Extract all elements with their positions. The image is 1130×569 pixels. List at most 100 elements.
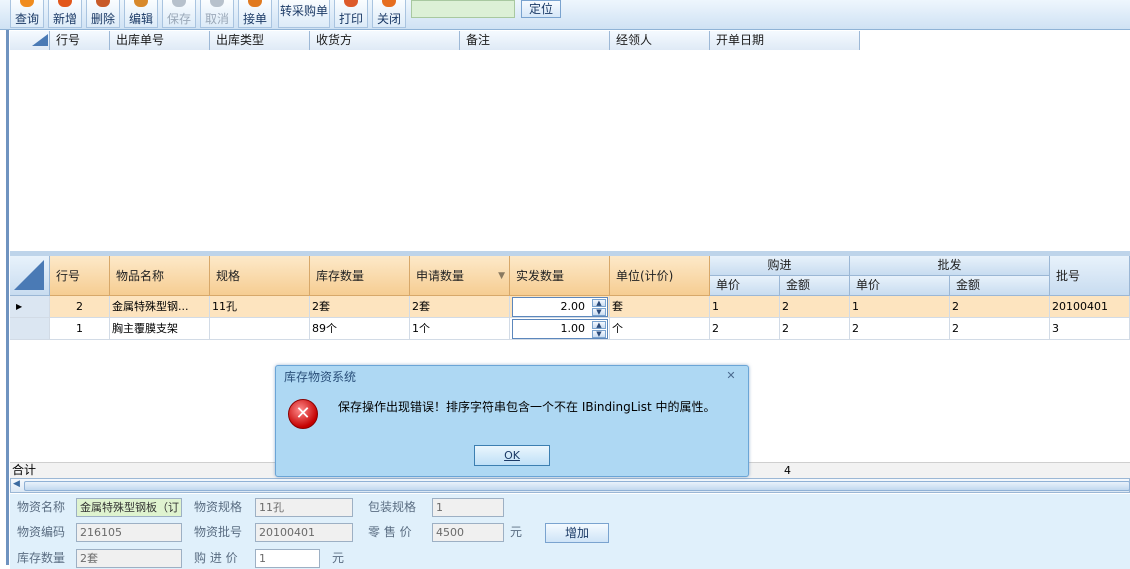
name-label: 物资名称 (17, 500, 66, 514)
cancel-button[interactable]: 取消 (200, 0, 234, 28)
col-wholesale-amount[interactable]: 金额 (950, 276, 1050, 296)
col-wholesale-price[interactable]: 单价 (850, 276, 950, 296)
spin-up-icon[interactable]: ▲ (592, 321, 606, 329)
left-border (6, 30, 9, 565)
cell-purchase-price[interactable]: 2 (710, 318, 780, 340)
col-purchase-amount[interactable]: 金额 (780, 276, 850, 296)
cell-wholesale-amount[interactable]: 2 (950, 296, 1050, 318)
cell-item-name[interactable]: 胸主覆膜支架 (110, 318, 210, 340)
to-purchase-button[interactable]: 转采购单 (278, 0, 330, 28)
cell-row-no[interactable]: 2 (50, 296, 110, 318)
stock-field[interactable]: 2套 (76, 549, 182, 568)
grid1-col-type[interactable]: 出库类型 (210, 31, 310, 50)
cell-unit[interactable]: 个 (610, 318, 710, 340)
save-button[interactable]: 保存 (162, 0, 196, 28)
corner-triangle-icon (14, 260, 44, 290)
grid1-col-order-no[interactable]: 出库单号 (110, 31, 210, 50)
totals-label: 合计 (12, 463, 37, 477)
receive-button[interactable]: 接单 (238, 0, 272, 28)
cell-spec[interactable]: 11孔 (210, 296, 310, 318)
cell-stock[interactable]: 2套 (310, 296, 410, 318)
retail-field[interactable]: 4500 (432, 523, 504, 542)
pack-label: 包装规格 (368, 500, 417, 514)
cell-purchase-amount[interactable]: 2 (780, 296, 850, 318)
outbound-order-grid[interactable]: 行号 出库单号 出库类型 收货方 备注 经领人 开单日期 (10, 31, 1130, 251)
cell-purchase-price[interactable]: 1 (710, 296, 780, 318)
actual-quantity-spinner[interactable]: 2.00 ▲ ▼ (512, 297, 608, 317)
cell-batch[interactable]: 3 (1050, 318, 1130, 340)
cell-spec[interactable] (210, 318, 310, 340)
spin-down-icon[interactable]: ▼ (592, 308, 606, 316)
spin-down-icon[interactable]: ▼ (592, 330, 606, 338)
batch-label: 物资批号 (194, 525, 243, 539)
grid1-col-remark[interactable]: 备注 (460, 31, 610, 50)
close-icon[interactable]: ✕ (724, 369, 738, 383)
cell-request[interactable]: 2套 (410, 296, 510, 318)
col-group-purchase: 购进 (710, 256, 850, 276)
spin-up-icon[interactable]: ▲ (592, 299, 606, 307)
cell-unit[interactable]: 套 (610, 296, 710, 318)
cell-batch[interactable]: 20100401 (1050, 296, 1130, 318)
error-dialog: 库存物资系统 ✕ ✕ 保存操作出现错误！排序字符串包含一个不在 IBinding… (275, 365, 749, 477)
query-button[interactable]: 查询 (10, 0, 44, 28)
row-selector-icon[interactable]: ▶ (10, 296, 50, 318)
spec-label: 物资规格 (194, 500, 243, 514)
sort-arrow-icon: ▼ (498, 271, 505, 281)
col-spec[interactable]: 规格 (210, 256, 310, 296)
purchase-price-unit: 元 (332, 551, 345, 565)
close-icon (210, 0, 224, 7)
col-purchase-price[interactable]: 单价 (710, 276, 780, 296)
col-actual[interactable]: 实发数量 (510, 256, 610, 296)
purchase-price-field[interactable]: 1 (255, 549, 320, 568)
scroll-left-icon[interactable]: ◀ (13, 479, 20, 489)
retail-label: 零 售 价 (368, 525, 412, 539)
edit-button[interactable]: 编辑 (124, 0, 158, 28)
add-button[interactable]: 新增 (48, 0, 82, 28)
locate-input[interactable] (411, 0, 515, 18)
delete-button[interactable]: 删除 (86, 0, 120, 28)
pack-field[interactable]: 1 (432, 498, 504, 517)
col-request[interactable]: 申请数量 ▼ (410, 256, 510, 296)
trash-icon (96, 0, 110, 7)
cell-wholesale-price[interactable]: 1 (850, 296, 950, 318)
cell-request[interactable]: 1个 (410, 318, 510, 340)
col-row-no[interactable]: 行号 (50, 256, 110, 296)
cell-wholesale-price[interactable]: 2 (850, 318, 950, 340)
purchase-price-label: 购 进 价 (194, 551, 238, 565)
item-form: 物资名称 金属特殊型钢板（订 物资规格 11孔 包装规格 1 物资编码 2161… (10, 494, 1130, 569)
error-icon: ✕ (288, 399, 318, 429)
grid1-col-handler[interactable]: 经领人 (610, 31, 710, 50)
cell-row-no[interactable]: 1 (50, 318, 110, 340)
col-unit[interactable]: 单位(计价) (610, 256, 710, 296)
locate-button[interactable]: 定位 (521, 0, 561, 18)
grid1-corner[interactable] (10, 31, 50, 50)
plus-icon (58, 0, 72, 7)
grid1-col-row-no[interactable]: 行号 (50, 31, 110, 50)
close-button[interactable]: 关闭 (372, 0, 406, 28)
cell-stock[interactable]: 89个 (310, 318, 410, 340)
col-stock[interactable]: 库存数量 (310, 256, 410, 296)
actual-quantity-spinner[interactable]: 1.00 ▲ ▼ (512, 319, 608, 339)
batch-field[interactable]: 20100401 (255, 523, 353, 542)
add-item-button[interactable]: 增加 (545, 523, 609, 543)
cell-item-name[interactable]: 金属特殊型钢... (110, 296, 210, 318)
grid1-col-receiver[interactable]: 收货方 (310, 31, 460, 50)
grid1-col-date[interactable]: 开单日期 (710, 31, 860, 50)
col-item-name[interactable]: 物品名称 (110, 256, 210, 296)
retail-unit: 元 (510, 525, 523, 539)
search-icon (20, 0, 34, 7)
row-selector[interactable] (10, 318, 50, 340)
cell-wholesale-amount[interactable]: 2 (950, 318, 1050, 340)
print-button[interactable]: 打印 (334, 0, 368, 28)
ok-button[interactable]: OK (474, 445, 550, 466)
printer-icon (344, 0, 358, 7)
name-field[interactable]: 金属特殊型钢板（订 (76, 498, 182, 517)
spec-field[interactable]: 11孔 (255, 498, 353, 517)
grid2-corner[interactable] (10, 256, 50, 296)
dialog-message: 保存操作出现错误！排序字符串包含一个不在 IBindingList 中的属性。 (338, 400, 716, 414)
cell-purchase-amount[interactable]: 2 (780, 318, 850, 340)
code-field[interactable]: 216105 (76, 523, 182, 542)
col-batch[interactable]: 批号 (1050, 256, 1130, 296)
power-icon (382, 0, 396, 7)
scroll-thumb[interactable] (24, 481, 1130, 491)
